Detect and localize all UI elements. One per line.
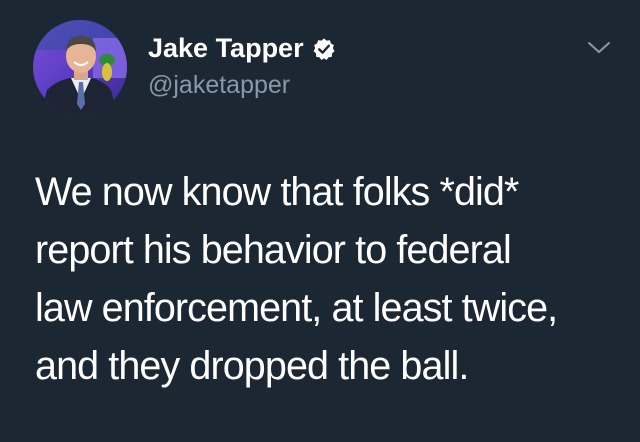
author-display-name[interactable]: Jake Tapper bbox=[148, 32, 336, 64]
tweet-card: Jake Tapper @jaketapper We now know that… bbox=[0, 0, 640, 442]
avatar-image bbox=[33, 20, 127, 114]
author-handle[interactable]: @jaketapper bbox=[148, 70, 290, 100]
avatar[interactable] bbox=[33, 20, 127, 114]
verified-badge-icon bbox=[312, 36, 336, 60]
chevron-down-icon[interactable] bbox=[586, 38, 612, 58]
tweet-text-line: and they dropped the ball. bbox=[35, 344, 469, 388]
tweet-text-line: report his behavior to federal bbox=[35, 228, 512, 272]
display-name-text: Jake Tapper bbox=[148, 33, 304, 63]
tweet-text-line: law enforcement, at least twice, bbox=[35, 286, 558, 330]
tweet-text: We now know that folks *did* report his … bbox=[35, 163, 625, 395]
tweet-text-line: We now know that folks *did* bbox=[35, 170, 519, 214]
